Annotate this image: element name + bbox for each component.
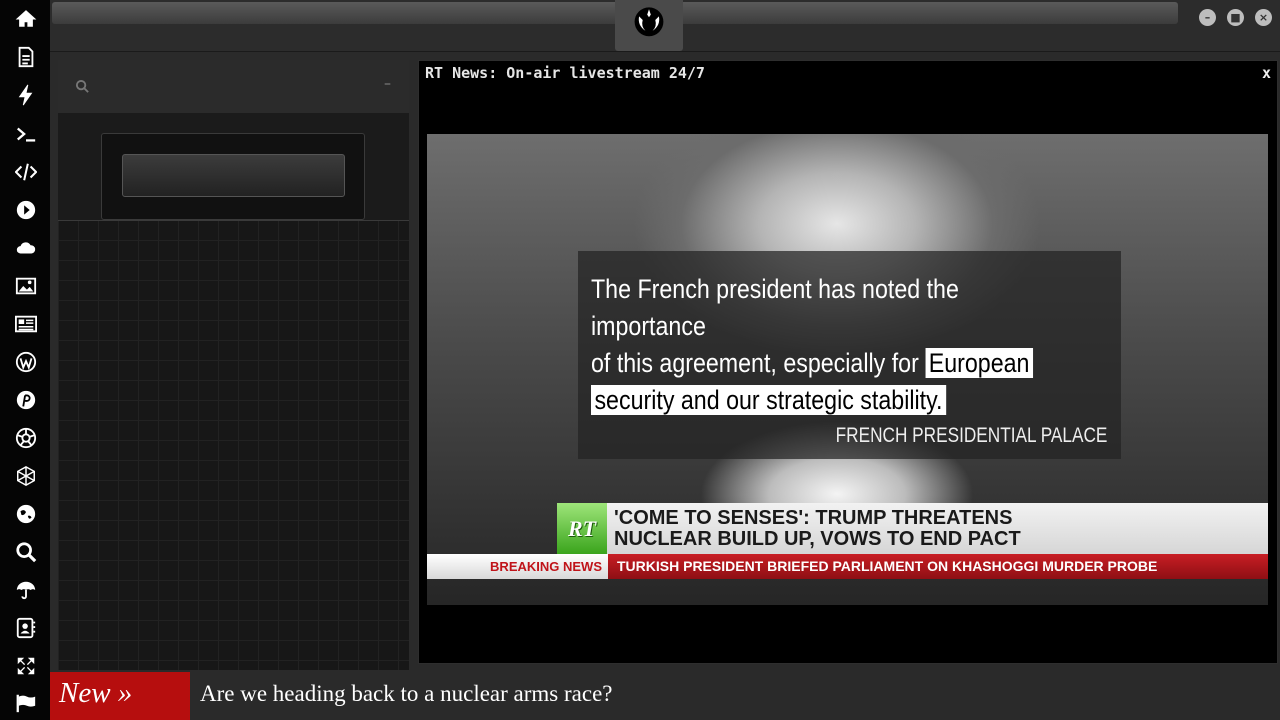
quote-line-2: of this agreement, especially for (591, 348, 919, 378)
input-card (101, 133, 365, 220)
livestream-video[interactable]: The French president has noted the impor… (427, 134, 1268, 605)
headline-line-1: 'COME TO SENSES': TRUMP THREATENS (614, 507, 1013, 529)
quote-highlight-2: security and our strategic stability. (591, 385, 946, 415)
headline-line-2: NUCLEAR BUILD UP, VOWS TO END PACT (614, 528, 1021, 550)
left-panel: – (58, 60, 409, 670)
window-title: RT News: On-air livestream 24/7 (425, 64, 705, 82)
quote-text: The French president has noted the impor… (591, 271, 1038, 419)
rebel-alliance-logo[interactable] (615, 0, 683, 51)
search-icon[interactable] (75, 79, 91, 95)
news-strip: New » Are we heading back to a nuclear a… (50, 672, 1280, 720)
maximize-button[interactable]: ■ (1227, 9, 1244, 26)
image-icon[interactable] (13, 273, 39, 299)
rt-logo: RT (557, 503, 607, 554)
expand-icon[interactable] (13, 653, 39, 679)
top-bar: – ■ × (50, 0, 1280, 52)
quote-highlight-1: European (925, 348, 1033, 378)
close-window-button[interactable]: x (1262, 64, 1271, 82)
play-icon[interactable] (13, 197, 39, 223)
collapse-button[interactable]: – (384, 76, 391, 92)
headline-text: 'COME TO SENSES': TRUMP THREATENS NUCLEA… (614, 508, 1021, 550)
quote-source: FRENCH PRESIDENTIAL PALACE (835, 424, 1107, 447)
aperture-icon[interactable] (13, 425, 39, 451)
terminal-icon[interactable] (13, 121, 39, 147)
cloud-icon[interactable] (13, 235, 39, 261)
wordpress-icon[interactable] (13, 349, 39, 375)
lightning-icon[interactable] (13, 82, 39, 108)
close-button[interactable]: × (1255, 9, 1272, 26)
panel-header: – (58, 60, 409, 113)
contacts-icon[interactable] (13, 615, 39, 641)
quote-line-1: The French president has noted the impor… (591, 274, 959, 341)
ticker-text: TURKISH PRESIDENT BRIEFED PARLIAMENT ON … (608, 554, 1268, 579)
document-icon[interactable] (13, 44, 39, 70)
home-icon[interactable] (13, 6, 39, 32)
globe-icon[interactable] (13, 501, 39, 527)
newspaper-icon[interactable] (13, 311, 39, 337)
network-icon[interactable] (13, 463, 39, 489)
search-icon[interactable] (13, 539, 39, 565)
news-headline-link[interactable]: Are we heading back to a nuclear arms ra… (200, 681, 613, 707)
umbrella-icon[interactable] (13, 577, 39, 603)
quote-overlay: The French president has noted the impor… (578, 251, 1121, 459)
breaking-news-label: BREAKING NEWS (427, 554, 608, 579)
new-tag[interactable]: New » (50, 672, 190, 720)
flag-icon[interactable] (13, 690, 39, 716)
app-sidebar (0, 0, 50, 720)
minimize-button[interactable]: – (1199, 9, 1216, 26)
code-icon[interactable] (13, 159, 39, 185)
video-window: RT News: On-air livestream 24/7 x The Fr… (418, 60, 1278, 664)
text-field[interactable] (122, 154, 345, 197)
headline-bar: 'COME TO SENSES': TRUMP THREATENS NUCLEA… (607, 503, 1268, 554)
pinterest-icon[interactable] (13, 387, 39, 413)
rebel-logo-icon (634, 6, 664, 36)
